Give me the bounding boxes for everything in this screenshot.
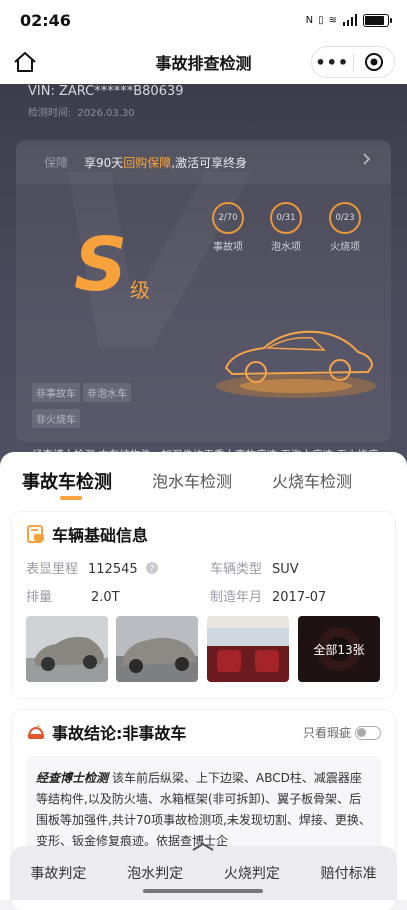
- car-crash-icon: [27, 724, 45, 739]
- battery-icon: [363, 13, 392, 27]
- field-key: 排量: [26, 590, 53, 605]
- guarantee-bar[interactable]: 保障 享90天回购保障,激活可享终身: [16, 140, 391, 184]
- guarantee-text: 享90天回购保障,激活可享终身: [84, 155, 248, 170]
- guarantee-label: 保障: [44, 155, 69, 170]
- field-key: 车辆类型: [210, 562, 263, 577]
- stat-fire: 0/23 火烧项: [315, 202, 375, 253]
- grade-suffix: 级: [130, 278, 150, 302]
- report-hero: V VIN: ZARC******B80639 检测时间:2026.03.30 …: [0, 84, 407, 474]
- tab-fire[interactable]: 火烧车检测: [272, 468, 352, 492]
- displacement-field: 排量 2.0T: [26, 586, 120, 605]
- detail-panel: 事故车检测 泡水车检测 火烧车检测 车辆基础信息 表显里程 112545 ? 车辆…: [0, 452, 407, 910]
- car-photo[interactable]: [207, 616, 289, 682]
- field-key: 制造年月: [210, 590, 263, 605]
- status-bar: 02:46 N ▯ ≋: [0, 0, 407, 40]
- stat-accident: 2/70 事故项: [198, 202, 258, 253]
- svg-text:?: ?: [149, 565, 154, 575]
- stat-label: 事故项: [213, 242, 243, 253]
- car-photo[interactable]: [26, 616, 108, 682]
- toggle-switch[interactable]: [355, 725, 381, 740]
- more-button[interactable]: •••: [312, 53, 353, 72]
- nfc-icon: N: [305, 14, 314, 26]
- vehicle-type-field: 车辆类型 SUV: [210, 558, 299, 577]
- vin-label: VIN:: [28, 84, 55, 99]
- field-value: SUV: [272, 562, 299, 577]
- result-tag: 非火烧车: [32, 409, 80, 428]
- close-button[interactable]: [353, 52, 394, 72]
- signal-icon: [343, 14, 357, 26]
- help-icon[interactable]: ?: [145, 562, 158, 575]
- result-card: 保障 享90天回购保障,激活可享终身 S 级 2/70 事故项 0/31 泡水项…: [16, 140, 391, 474]
- inspection-date-label: 检测时间:: [28, 108, 72, 119]
- result-tag: 非泡水车: [83, 383, 131, 402]
- chevron-up-icon[interactable]: [190, 842, 216, 852]
- report-brand: 经查博士检测: [36, 771, 109, 785]
- mileage-field: 表显里程 112545 ?: [26, 558, 158, 577]
- stat-ring: 2/70: [212, 202, 244, 234]
- home-indicator: [143, 889, 263, 893]
- field-value: 2.0T: [91, 590, 120, 605]
- toggle-label: 只看瑕疵: [302, 726, 351, 740]
- vin-value: ZARC******B80639: [58, 84, 184, 99]
- tab-underline: [60, 496, 82, 500]
- only-defects-toggle[interactable]: 只看瑕疵: [303, 724, 381, 741]
- mileage-value: 112545: [88, 562, 138, 577]
- bottom-nav-compensation[interactable]: 赔付标准: [321, 863, 377, 883]
- inspection-date-value: 2026.03.30: [77, 108, 135, 119]
- field-key: 表显里程: [26, 562, 79, 577]
- stat-flood: 0/31 泡水项: [256, 202, 316, 253]
- target-close-icon: [364, 53, 383, 71]
- stat-label: 泡水项: [271, 242, 301, 253]
- wifi-icon: ≋: [328, 14, 337, 26]
- mini-program-capsule: •••: [311, 46, 395, 78]
- section-title: 事故结论:非事故车: [26, 720, 186, 744]
- tab-flood[interactable]: 泡水车检测: [152, 468, 232, 492]
- result-tags: 非事故车 非泡水车非火烧车: [32, 382, 162, 434]
- detection-tabs: 事故车检测 泡水车检测 火烧车检测: [0, 452, 407, 506]
- section-title: 车辆基础信息: [26, 522, 148, 546]
- tab-accident[interactable]: 事故车检测: [22, 468, 112, 500]
- car-illustration: [216, 330, 376, 398]
- page-title: 事故排查检测: [155, 54, 252, 73]
- stat-ring: 0/31: [270, 202, 302, 234]
- bottom-nav-flood[interactable]: 泡水判定: [127, 863, 183, 883]
- grade-letter: S: [74, 222, 128, 308]
- all-photos-button[interactable]: 全部13张: [298, 616, 380, 682]
- vehicle-basic-info: 车辆基础信息 表显里程 112545 ? 车辆类型 SUV 排量 2.0T 制造年月 2…: [12, 512, 395, 698]
- status-time: 02:46: [20, 10, 71, 30]
- car-info-icon: [27, 525, 44, 543]
- stat-label: 火烧项: [330, 242, 360, 253]
- inspection-date: 检测时间: 2026.03.30: [28, 104, 135, 119]
- car-photo[interactable]: [116, 616, 198, 682]
- field-value: 2017-07: [272, 590, 327, 605]
- chevron-right-icon: [363, 153, 371, 165]
- bottom-nav-accident[interactable]: 事故判定: [30, 863, 86, 883]
- vin-line: VIN: ZARC******B80639: [28, 84, 184, 99]
- stat-ring: 0/23: [329, 202, 361, 234]
- result-tag: 非事故车: [32, 383, 80, 402]
- bottom-nav-fire[interactable]: 火烧判定: [224, 863, 280, 883]
- home-icon[interactable]: [12, 50, 38, 74]
- nav-bar: 事故排查检测 •••: [0, 40, 407, 84]
- status-icons: N ▯ ≋: [305, 13, 392, 27]
- all-photos-label: 全部13张: [298, 616, 380, 682]
- vibrate-icon: ▯: [318, 14, 324, 26]
- manufacture-date-field: 制造年月 2017-07: [210, 586, 326, 605]
